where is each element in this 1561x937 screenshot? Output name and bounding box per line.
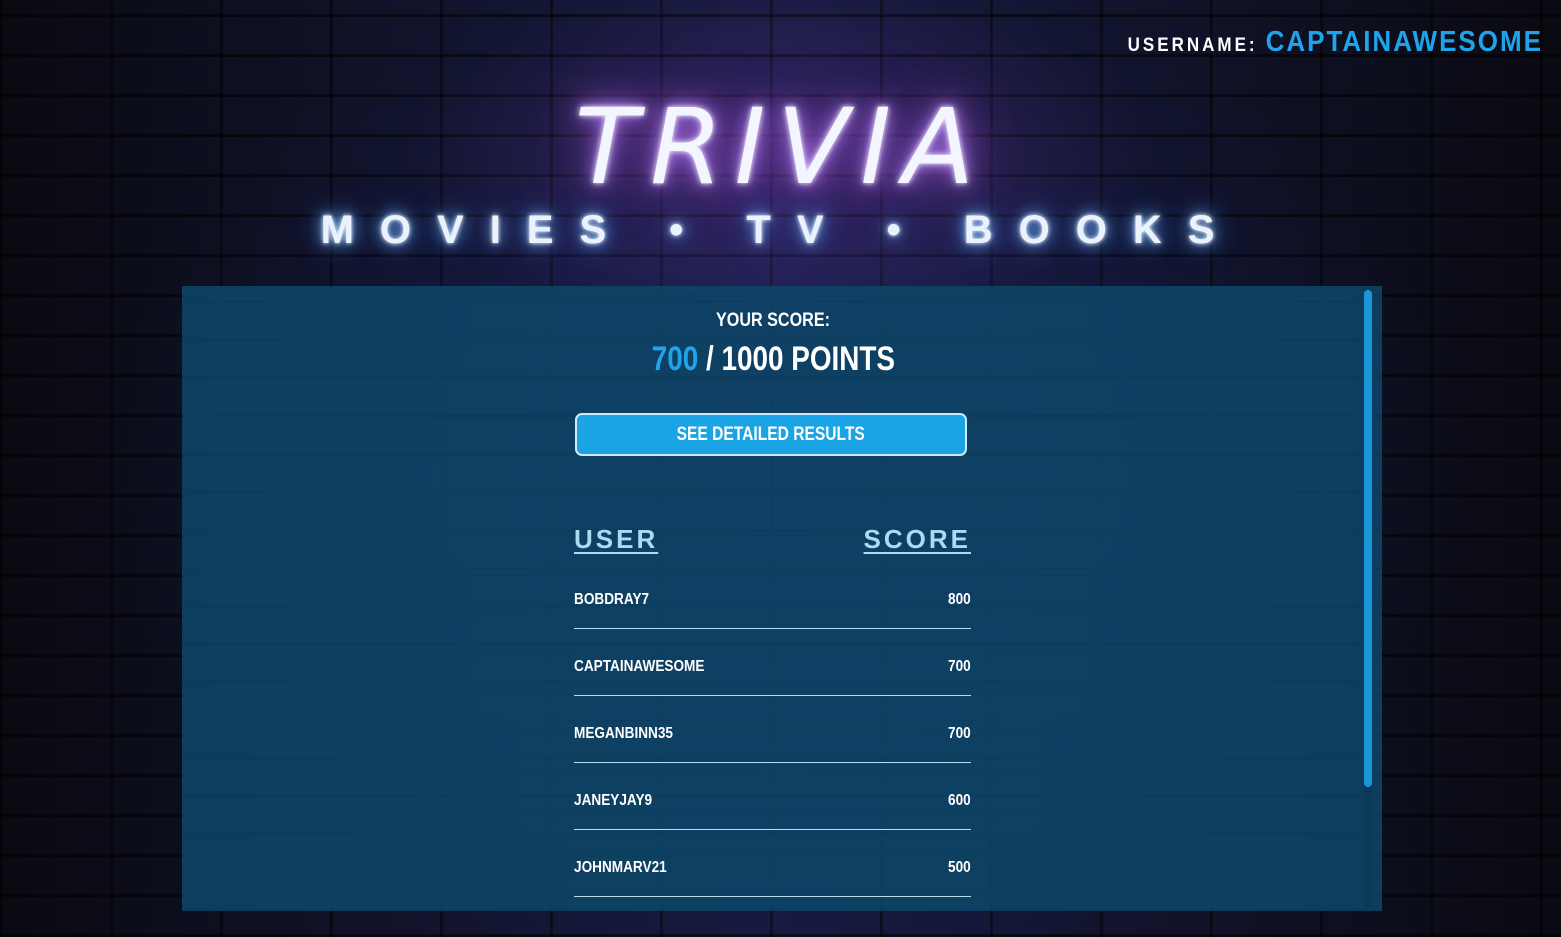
row-score: 700 bbox=[948, 725, 971, 742]
row-user: JANEYJAY9 bbox=[574, 792, 653, 809]
score-summary: 700 / 1000 POINTS bbox=[182, 340, 1364, 379]
row-user: BOBDRAY7 bbox=[574, 591, 650, 608]
detail-button-label: SEE DETAILED RESULTS bbox=[676, 423, 866, 445]
score-total: / 1000 POINTS bbox=[705, 340, 895, 378]
table-row: JOHNMARV21 500 bbox=[574, 830, 971, 897]
row-user: CAPTAINAWESOME bbox=[574, 658, 705, 675]
username-value: CAPTAINAWESOME bbox=[1265, 24, 1543, 58]
trivia-logo: TRIVIA bbox=[574, 86, 987, 208]
results-panel: YOUR SCORE: 700 / 1000 POINTS SEE DETAIL… bbox=[182, 286, 1382, 911]
category-subtitle: MOVIES • TV • BOOKS bbox=[320, 208, 1241, 252]
see-detailed-results-button[interactable]: SEE DETAILED RESULTS bbox=[575, 413, 967, 456]
row-score: 700 bbox=[948, 658, 971, 675]
username-display: USERNAME: CAPTAINAWESOME bbox=[1127, 24, 1543, 58]
table-row: JANEYJAY9 600 bbox=[574, 763, 971, 830]
app-background: USERNAME: CAPTAINAWESOME TRIVIA MOVIES •… bbox=[0, 0, 1561, 937]
column-header-score: SCORE bbox=[863, 524, 971, 554]
leaderboard-header: USER SCORE bbox=[574, 524, 971, 562]
score-label: YOUR SCORE: bbox=[716, 310, 830, 331]
scrollbar-thumb[interactable] bbox=[1364, 290, 1372, 787]
table-row: MEGANBINN35 700 bbox=[574, 696, 971, 763]
user-score: 700 bbox=[651, 340, 698, 378]
row-user: MEGANBINN35 bbox=[574, 725, 673, 742]
username-label: USERNAME: bbox=[1127, 33, 1258, 56]
row-score: 500 bbox=[948, 859, 971, 876]
table-row: BOBDRAY7 800 bbox=[574, 562, 971, 629]
row-score: 600 bbox=[948, 792, 971, 809]
column-header-user: USER bbox=[574, 524, 659, 554]
row-user: JOHNMARV21 bbox=[574, 859, 667, 876]
row-score: 800 bbox=[948, 591, 971, 608]
leaderboard-table: USER SCORE BOBDRAY7 800 CAPTAINAWESOME 7… bbox=[574, 524, 971, 897]
table-row: CAPTAINAWESOME 700 bbox=[574, 629, 971, 696]
